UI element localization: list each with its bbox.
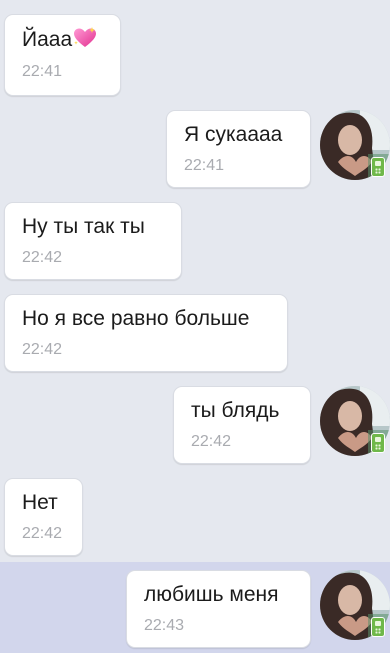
message-time: 22:42 [22, 525, 63, 542]
message-time: 22:42 [22, 341, 63, 358]
message-text: Йааа [22, 27, 97, 52]
message-history[interactable]: Йааа 22:41 Я сукаааа 22:41 Ну ты так ты … [0, 0, 390, 653]
message-text: любишь меня [144, 583, 279, 606]
message-bubble-outgoing[interactable]: ты блядь 22:42 [173, 386, 311, 464]
message-text: Нет [22, 491, 58, 514]
message-time: 22:41 [184, 157, 225, 174]
message-text: Но я все равно больше [22, 307, 250, 330]
message-time: 22:41 [22, 63, 63, 80]
message-time: 22:43 [144, 617, 185, 634]
message-bubble-incoming[interactable]: Нет 22:42 [4, 478, 83, 556]
message-bubble-incoming[interactable]: Ну ты так ты 22:42 [4, 202, 182, 280]
message-text: ты блядь [191, 399, 280, 422]
message-time: 22:42 [22, 249, 63, 266]
mobile-online-icon [371, 433, 385, 453]
message-bubble-outgoing[interactable]: любишь меня 22:43 [126, 570, 311, 648]
message-text: Я сукаааа [184, 123, 283, 146]
message-bubble-incoming[interactable]: Но я все равно больше 22:42 [4, 294, 288, 372]
message-bubble-outgoing[interactable]: Я сукаааа 22:41 [166, 110, 311, 188]
mobile-online-icon [371, 157, 385, 177]
message-bubble-incoming[interactable]: Йааа 22:41 [4, 14, 121, 96]
sparkling-heart-icon [73, 27, 97, 49]
message-text: Ну ты так ты [22, 215, 145, 238]
message-time: 22:42 [191, 433, 232, 450]
mobile-online-icon [371, 617, 385, 637]
